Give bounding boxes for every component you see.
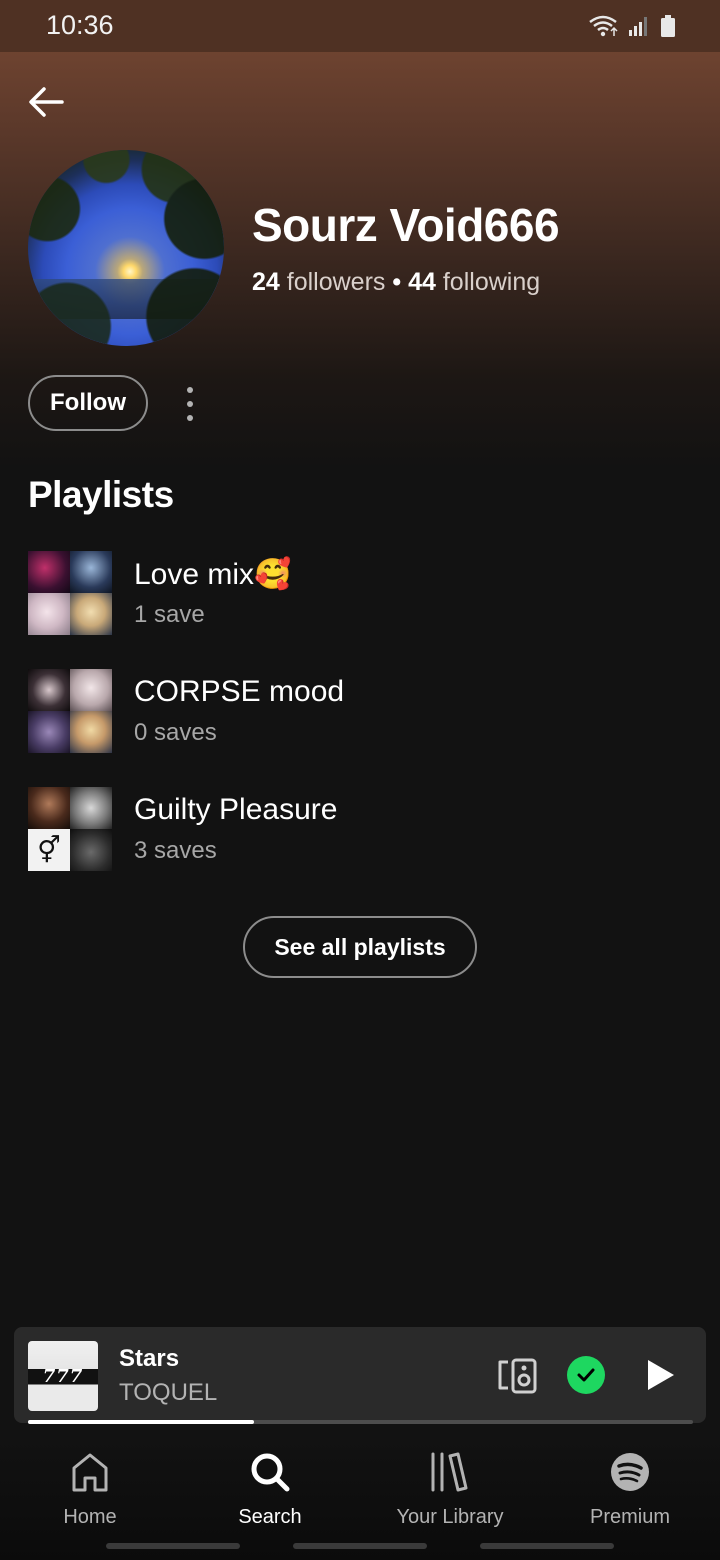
nav-library[interactable]: Your Library	[360, 1450, 540, 1540]
playlist-cover: ⚥	[28, 787, 112, 871]
nav-home-label: Home	[63, 1506, 117, 1528]
play-icon[interactable]	[642, 1357, 678, 1393]
playlist-name: CORPSE mood	[134, 675, 345, 708]
playlist-name: Guilty Pleasure	[134, 793, 338, 826]
more-options-icon[interactable]	[176, 382, 204, 426]
mini-player[interactable]: 777 Stars TOQUEL	[14, 1327, 706, 1423]
playlist-saves: 1 save	[134, 601, 205, 628]
playback-progress-fill	[28, 1420, 255, 1424]
battery-icon	[661, 15, 675, 37]
gesture-bar-left	[106, 1543, 240, 1549]
cover-text: 777	[42, 1365, 84, 1387]
playlist-saves: 0 saves	[134, 719, 217, 746]
gesture-bar-right	[480, 1543, 614, 1549]
profile-name: Sourz Void666	[252, 199, 560, 251]
connect-device-icon[interactable]	[496, 1356, 538, 1396]
playlist-name: Love mix🥰	[134, 558, 292, 591]
playlist-item[interactable]: ⚥ Guilty Pleasure 3 saves	[28, 787, 688, 873]
status-bar: 10:36	[0, 0, 720, 52]
playlist-cover	[28, 669, 112, 753]
gesture-bar-center	[293, 1543, 427, 1549]
followers-label[interactable]: followers	[287, 268, 386, 296]
saved-check-icon[interactable]	[567, 1356, 605, 1394]
stats-separator: •	[392, 268, 402, 296]
follow-button[interactable]: Follow	[28, 375, 148, 431]
profile-avatar	[28, 150, 224, 346]
followers-count[interactable]: 24	[252, 268, 280, 296]
wifi-icon	[589, 15, 618, 37]
status-time: 10:36	[46, 10, 114, 40]
signal-icon	[629, 17, 647, 36]
following-count[interactable]: 44	[408, 268, 436, 296]
following-label[interactable]: following	[443, 268, 540, 296]
nav-search[interactable]: Search	[180, 1450, 360, 1540]
library-icon	[431, 1452, 468, 1492]
playback-progress-bar[interactable]	[28, 1420, 693, 1424]
now-playing-cover: 777	[28, 1341, 98, 1411]
playlist-saves: 3 saves	[134, 837, 217, 864]
now-playing-title: Stars	[119, 1345, 180, 1372]
bottom-navigation: Home Search Your Library Premium	[0, 1436, 720, 1560]
profile-stats: 24 followers • 44 following	[252, 268, 540, 297]
spotify-logo-icon	[611, 1453, 649, 1491]
nav-premium[interactable]: Premium	[540, 1450, 720, 1540]
search-icon	[251, 1453, 290, 1492]
playlist-cover	[28, 551, 112, 635]
nav-library-label: Your Library	[396, 1506, 504, 1528]
nav-home[interactable]: Home	[0, 1450, 180, 1540]
nav-premium-label: Premium	[589, 1506, 670, 1528]
playlist-item[interactable]: Love mix🥰 1 save	[28, 551, 688, 637]
home-icon	[72, 1453, 108, 1492]
see-all-playlists-button[interactable]: See all playlists	[243, 916, 477, 978]
now-playing-artist: TOQUEL	[119, 1379, 218, 1406]
nav-search-label: Search	[238, 1506, 302, 1528]
playlist-item[interactable]: CORPSE mood 0 saves	[28, 669, 688, 755]
status-icons	[588, 14, 676, 38]
playlists-heading: Playlists	[28, 474, 174, 515]
back-arrow-icon[interactable]	[24, 82, 68, 122]
